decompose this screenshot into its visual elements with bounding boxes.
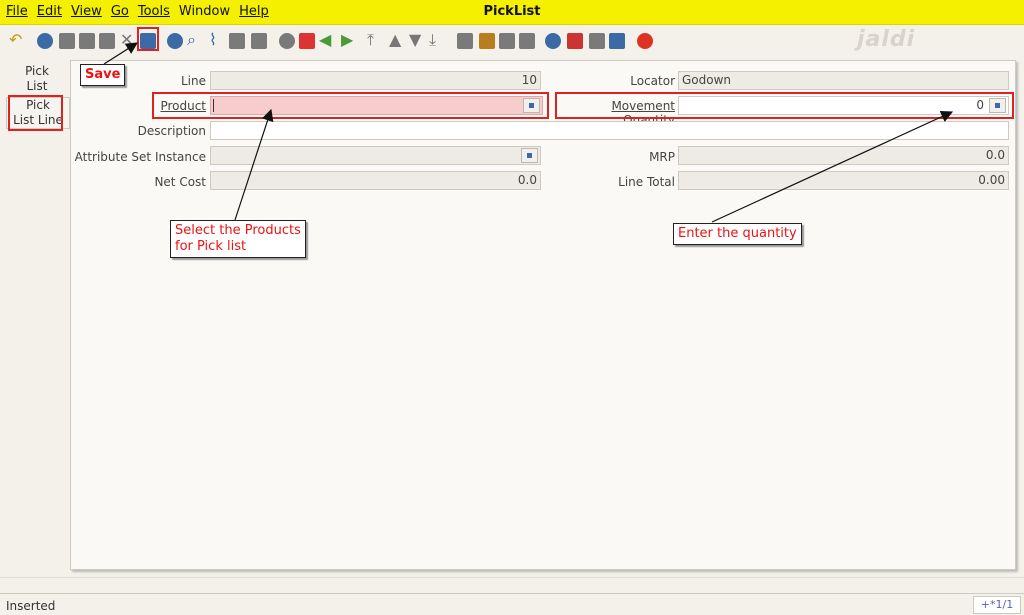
divider <box>0 577 1024 578</box>
status-text: Inserted <box>6 599 56 613</box>
products-callout-line-2: for Pick list <box>175 239 247 254</box>
quantity-callout: Enter the quantity <box>673 223 802 245</box>
record-indicator[interactable]: +*1/1 <box>973 596 1021 614</box>
save-callout: Save <box>80 64 126 86</box>
products-callout-line-1: Select the Products <box>175 223 301 238</box>
annotation-arrows <box>103 42 954 223</box>
products-callout: Select the Products for Pick list <box>170 220 306 258</box>
status-bar: Inserted +*1/1 <box>0 593 1024 615</box>
